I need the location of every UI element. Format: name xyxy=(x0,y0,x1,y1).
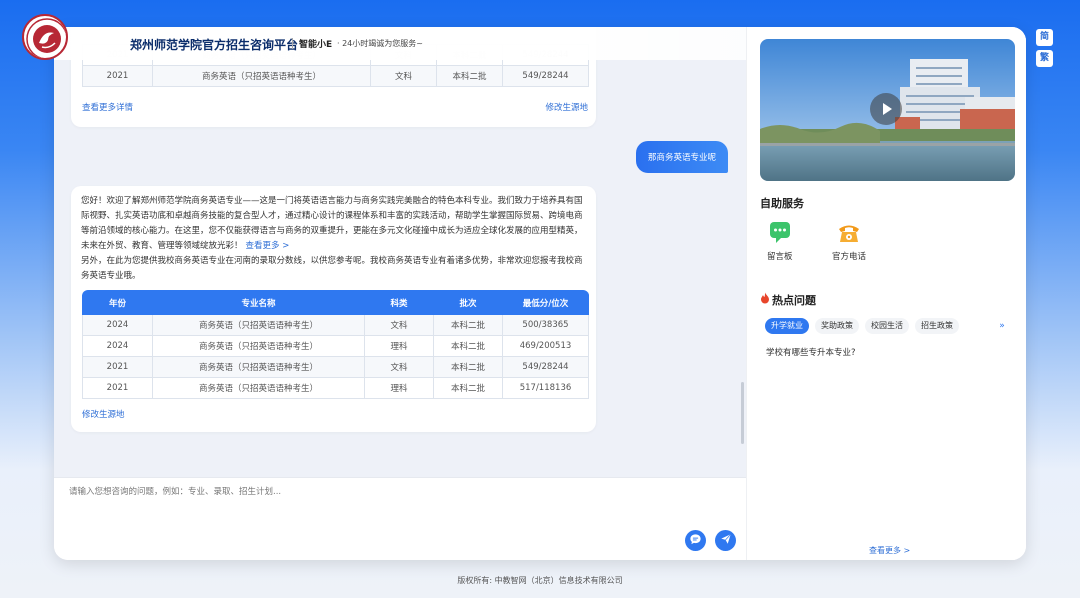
table-cell: 517/118136 xyxy=(502,377,589,399)
table-cell: 549/28244 xyxy=(502,356,589,378)
column-header: 最低分/位次 xyxy=(502,290,589,315)
answer-text: 您好！欢迎了解郑州师范学院商务英语专业——这是一门将英语语言能力与商务实践完美融… xyxy=(81,194,589,284)
table-cell: 本科二批 xyxy=(433,335,503,357)
more-details-link[interactable]: 查看更多详情 xyxy=(82,101,133,113)
campus-video[interactable] xyxy=(760,39,1015,181)
table-cell: 本科二批 xyxy=(436,65,503,87)
table-row: 2021 商务英语（只招英语语种考生） 文科 本科二批 549/28244 xyxy=(82,356,589,378)
table-row: 2024 商务英语（只招英语语种考生） 文科 本科二批 500/38365 xyxy=(82,314,589,336)
column-header: 专业名称 xyxy=(152,290,365,315)
assistant-name: 智能小E xyxy=(299,40,333,50)
table-cell: 469/200513 xyxy=(502,335,589,357)
header-bar: 郑州师范学院官方招生咨询平台 智能小E · 24小时竭诚为您服务~ xyxy=(54,27,746,60)
change-source-link[interactable]: 修改生源地 xyxy=(545,101,588,113)
table-cell: 商务英语（只招英语语种考生） xyxy=(152,335,365,357)
copyright-footer: 版权所有: 中教智网（北京）信息技术有限公司 xyxy=(457,576,623,585)
table-cell: 商务英语（只招英语语种考生） xyxy=(152,314,365,336)
tab-admission-policy[interactable]: 招生政策 xyxy=(915,318,959,334)
chat-scrollbar[interactable] xyxy=(741,382,744,444)
send-button[interactable] xyxy=(715,530,736,551)
main-card: 2021商务英语（只招英语语种考生）文科本科二批549/28244 2021 商… xyxy=(54,27,1026,560)
hot-question-item[interactable]: 学校有哪些专升本专业? xyxy=(766,346,856,358)
lang-traditional-button[interactable]: 繁 xyxy=(1036,50,1053,67)
table-cell: 2021 xyxy=(82,356,153,378)
answer-bubble: 您好！欢迎了解郑州师范学院商务英语专业——这是一门将英语语言能力与商务实践完美融… xyxy=(71,186,596,432)
college-logo xyxy=(22,14,68,60)
message-board-service[interactable]: 留言板 xyxy=(767,220,793,262)
play-icon xyxy=(870,103,902,128)
column-header: 科类 xyxy=(364,290,434,315)
table-cell: 2024 xyxy=(82,314,153,336)
table-cell: 商务英语（只招英语语种考生） xyxy=(152,377,365,399)
chat-history-button[interactable] xyxy=(685,530,706,551)
official-phone-service[interactable]: 官方电话 xyxy=(832,220,866,262)
chat-bubble-icon xyxy=(689,533,702,549)
question-input[interactable]: 请输入您想咨询的问题，例如：专业、录取、招生计划... xyxy=(54,477,746,560)
send-icon xyxy=(720,533,732,548)
self-service-title: 自助服务 xyxy=(760,197,804,210)
table-cell: 2021 xyxy=(82,377,153,399)
table-cell: 文科 xyxy=(364,356,434,378)
table-cell: 文科 xyxy=(370,65,437,87)
tab-campus-life[interactable]: 校园生活 xyxy=(865,318,909,334)
input-placeholder: 请输入您想咨询的问题，例如：专业、录取、招生计划... xyxy=(69,487,282,497)
table-cell: 本科二批 xyxy=(433,314,503,336)
table-header-row: 年份 专业名称 科类 批次 最低分/位次 xyxy=(82,290,589,315)
site-title: 郑州师范学院官方招生咨询平台 xyxy=(130,38,299,52)
table-row: 2024 商务英语（只招英语语种考生） 理科 本科二批 469/200513 xyxy=(82,335,589,357)
user-message-bubble: 那商务英语专业呢 xyxy=(636,141,728,173)
table-cell: 500/38365 xyxy=(502,314,589,336)
play-button[interactable] xyxy=(870,93,902,125)
answer-more-link[interactable]: 查看更多 > xyxy=(246,241,290,251)
table-row: 2021 商务英语（只招英语语种考生） 文科 本科二批 549/28244 xyxy=(82,65,589,87)
table-cell: 549/28244 xyxy=(502,65,589,87)
chat-area: 2021商务英语（只招英语语种考生）文科本科二批549/28244 2021 商… xyxy=(54,27,746,477)
table-cell: 本科二批 xyxy=(433,377,503,399)
right-sidebar: 自助服务 留言板 官方电话 热点问题 升学就业 奖助政策 校园生活 招生政策 »… xyxy=(746,27,1026,560)
table-cell: 文科 xyxy=(364,314,434,336)
table-cell: 2024 xyxy=(82,335,153,357)
table-cell: 理科 xyxy=(364,335,434,357)
message-board-icon xyxy=(768,220,792,244)
table-cell: 本科二批 xyxy=(433,356,503,378)
hot-question-tabs: 升学就业 奖助政策 校园生活 招生政策 xyxy=(765,318,959,334)
change-source-link[interactable]: 修改生源地 xyxy=(82,408,125,420)
table-cell: 理科 xyxy=(364,377,434,399)
lang-simplified-button[interactable]: 简 xyxy=(1036,29,1053,46)
phone-icon xyxy=(837,220,861,244)
table-row: 2021 商务英语（只招英语语种考生） 理科 本科二批 517/118136 xyxy=(82,377,589,399)
header-tagline: · 24小时竭诚为您服务~ xyxy=(337,39,423,48)
hot-questions-title: 热点问题 xyxy=(772,294,816,307)
table-cell: 2021 xyxy=(82,65,153,87)
title-divider xyxy=(292,38,293,49)
column-header: 年份 xyxy=(82,290,153,315)
answer-score-intro: 另外，在此为您提供我校商务英语专业在河南的录取分数线，以供您参考呢。我校商务英语… xyxy=(81,256,583,281)
tab-career[interactable]: 升学就业 xyxy=(765,318,809,334)
service-label: 留言板 xyxy=(767,252,793,262)
fire-icon xyxy=(760,292,770,307)
answer-intro: 您好！欢迎了解郑州师范学院商务英语专业——这是一门将英语语言能力与商务实践完美融… xyxy=(81,196,583,251)
service-label: 官方电话 xyxy=(832,252,867,262)
score-table: 年份 专业名称 科类 批次 最低分/位次 2024 商务英语（只招英语语种考生）… xyxy=(82,290,589,399)
column-header: 批次 xyxy=(433,290,503,315)
chevron-right-double-icon[interactable]: » xyxy=(995,319,1009,333)
tab-scholarship[interactable]: 奖助政策 xyxy=(815,318,859,334)
table-cell: 商务英语（只招英语语种考生） xyxy=(152,356,365,378)
see-more-link[interactable]: 查看更多 > xyxy=(869,545,910,556)
table-cell: 商务英语（只招英语语种考生） xyxy=(152,65,371,87)
